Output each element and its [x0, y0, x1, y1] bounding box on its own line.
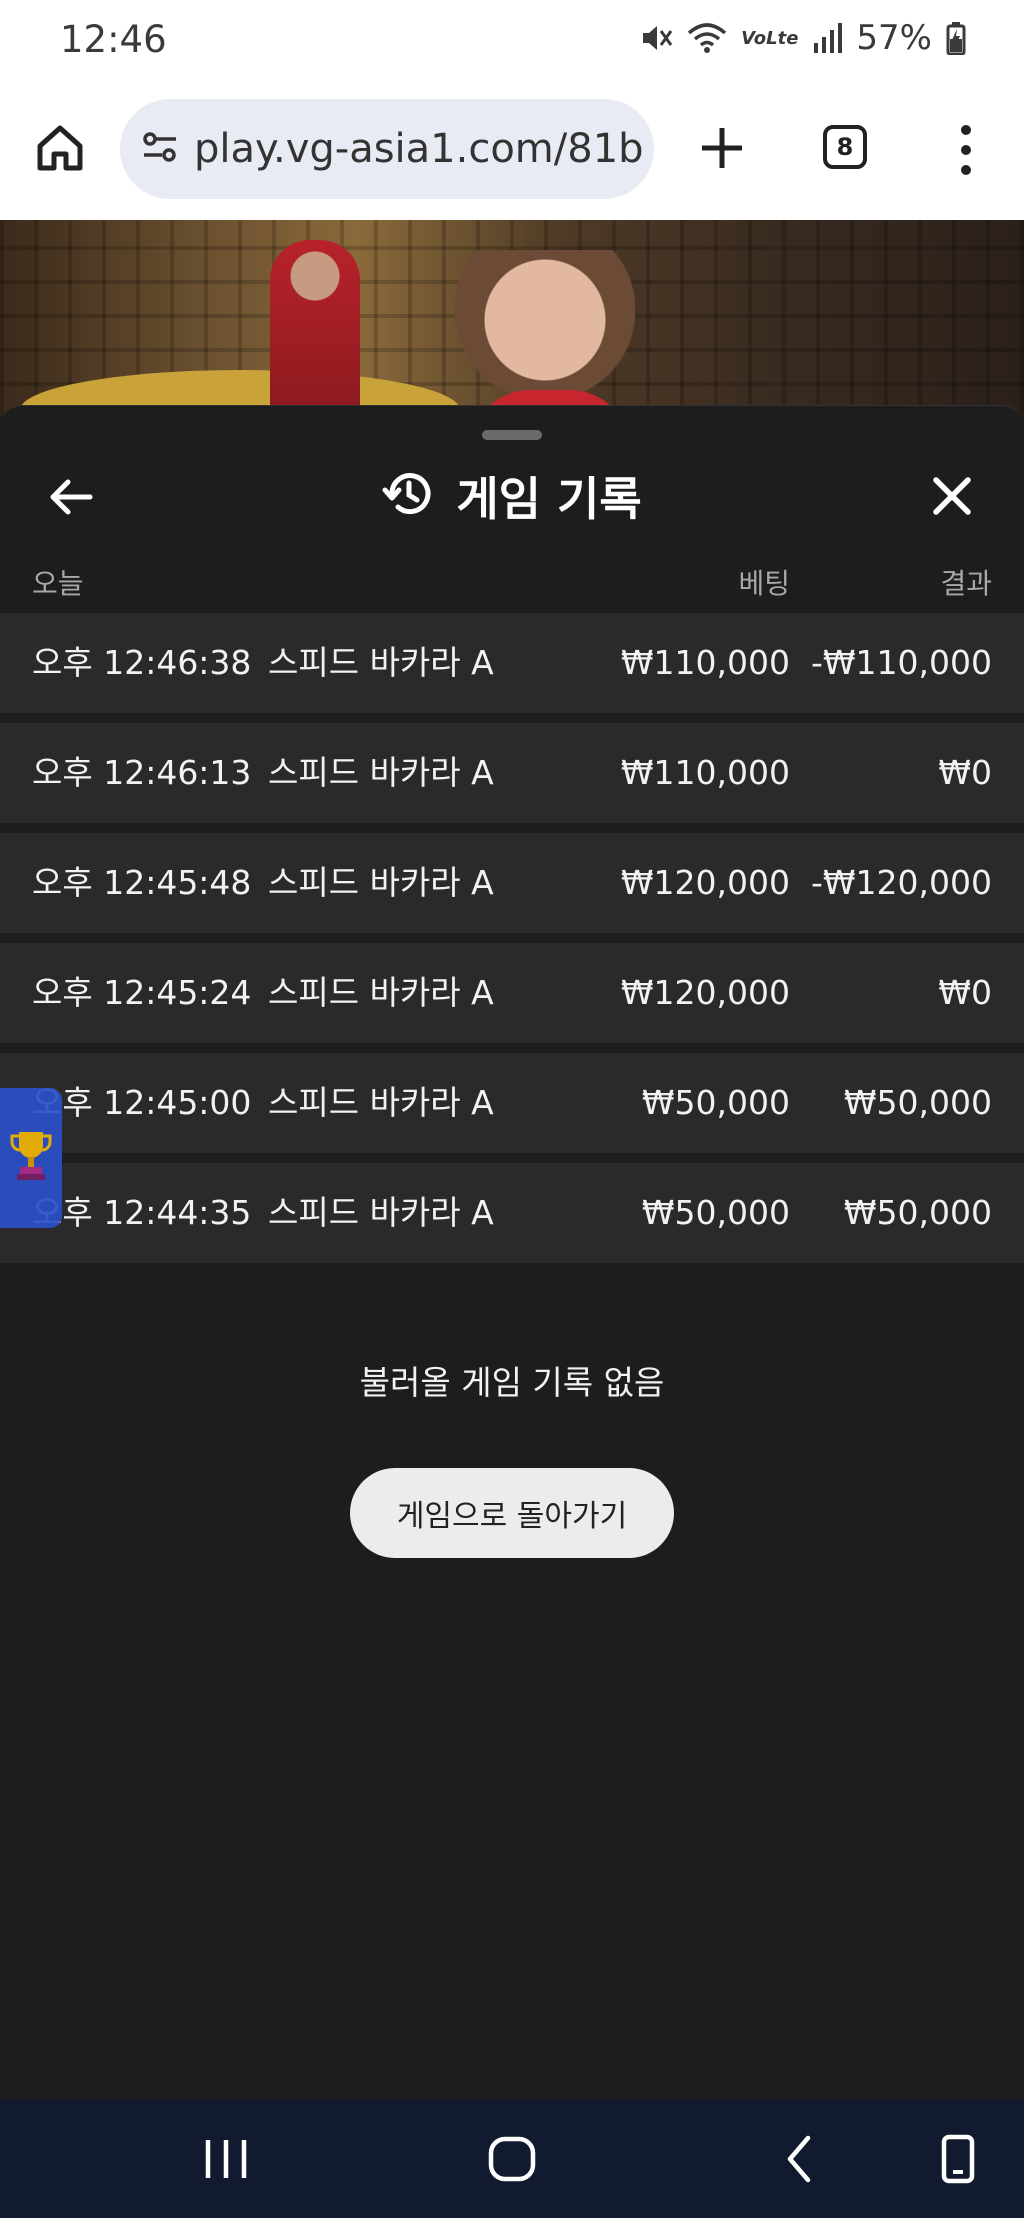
volte-icon: VoLte	[741, 27, 799, 49]
battery-percent: 57%	[856, 18, 932, 58]
history-row[interactable]: 오후 12:46:13 스피드 바카라 A ₩110,000 ₩0	[0, 723, 1024, 823]
sheet-title: 게임 기록	[456, 472, 642, 526]
history-row[interactable]: 오후 12:45:48 스피드 바카라 A ₩120,000 -₩120,000	[0, 833, 1024, 933]
tune-icon[interactable]	[140, 127, 180, 171]
history-row[interactable]: 오후 12:46:38 스피드 바카라 A ₩110,000 -₩110,000	[0, 613, 1024, 713]
more-vert-icon[interactable]	[946, 120, 986, 180]
status-bar: 12:46 VoLte 57%	[0, 0, 1024, 82]
wifi-icon	[687, 21, 727, 55]
tab-switcher-button[interactable]: 8	[823, 125, 867, 169]
row-result: ₩50,000	[843, 1193, 992, 1232]
trophy-icon	[9, 1128, 53, 1188]
row-game: 스피드 바카라 A	[268, 1083, 494, 1122]
history-list: 오후 12:46:38 스피드 바카라 A ₩110,000 -₩110,000…	[0, 613, 1024, 1273]
video-dealer-background	[270, 240, 360, 420]
row-time: 오후 12:45:24	[32, 973, 252, 1012]
sheet-title-group: 게임 기록	[0, 456, 1024, 536]
row-result: ₩0	[938, 973, 992, 1012]
row-time: 오후 12:46:38	[32, 643, 252, 682]
battery-icon	[946, 21, 966, 55]
row-bet: ₩110,000	[620, 753, 790, 792]
row-bet: ₩120,000	[620, 973, 790, 1012]
column-bet: 베팅	[738, 567, 790, 600]
status-icons: VoLte 57%	[639, 18, 966, 58]
signal-icon	[812, 21, 843, 55]
history-row[interactable]: 오후 12:45:00 스피드 바카라 A ₩50,000 ₩50,000	[0, 1053, 1024, 1153]
row-game: 스피드 바카라 A	[268, 863, 494, 902]
column-result: 결과	[940, 567, 992, 600]
row-time: 오후 12:45:48	[32, 863, 252, 902]
row-bet: ₩110,000	[620, 643, 790, 682]
home-icon[interactable]	[32, 120, 88, 176]
address-bar[interactable]: play.vg-asia1.com/81b	[120, 99, 654, 199]
nav-home-icon[interactable]	[484, 2134, 540, 2184]
drag-handle[interactable]	[482, 430, 542, 440]
row-game: 스피드 바카라 A	[268, 973, 494, 1012]
row-bet: ₩120,000	[620, 863, 790, 902]
row-game: 스피드 바카라 A	[268, 1193, 494, 1232]
close-icon[interactable]	[928, 472, 976, 520]
trophy-tab[interactable]	[0, 1088, 62, 1228]
nav-back-icon[interactable]	[772, 2134, 828, 2184]
column-date: 오늘	[32, 567, 84, 600]
row-time: 오후 12:46:13	[32, 753, 252, 792]
row-time: 오후 12:45:00	[32, 1083, 252, 1122]
row-result: -₩120,000	[810, 863, 992, 902]
recents-icon[interactable]	[198, 2134, 254, 2184]
row-bet: ₩50,000	[641, 1083, 790, 1122]
screen: 12:46 VoLte 57% play.vg-asia1.com/81b 8 …	[0, 0, 1024, 2218]
plus-icon[interactable]	[694, 120, 750, 176]
mute-icon	[639, 21, 673, 55]
row-game: 스피드 바카라 A	[268, 753, 494, 792]
row-time: 오후 12:44:35	[32, 1193, 252, 1232]
status-time: 12:46	[60, 18, 167, 61]
history-row[interactable]: 오후 12:44:35 스피드 바카라 A ₩50,000 ₩50,000	[0, 1163, 1024, 1263]
system-nav-bar	[0, 2100, 1024, 2218]
phone-icon[interactable]	[930, 2134, 986, 2184]
return-to-game-button[interactable]: 게임으로 돌아가기	[350, 1468, 674, 1558]
url-text: play.vg-asia1.com/81b	[194, 126, 644, 172]
column-headers: 오늘 베팅 결과	[0, 556, 1024, 606]
empty-message: 불러올 게임 기록 없음	[359, 1363, 665, 1402]
live-video	[0, 220, 1024, 420]
game-history-sheet: 게임 기록 오늘 베팅 결과 오후 12:46:38 스피드 바카라 A ₩11…	[0, 405, 1024, 2100]
row-result: -₩110,000	[810, 643, 992, 682]
sheet-header: 게임 기록	[0, 456, 1024, 536]
row-result: ₩50,000	[843, 1083, 992, 1122]
history-icon	[382, 468, 434, 524]
row-bet: ₩50,000	[641, 1193, 790, 1232]
browser-toolbar: play.vg-asia1.com/81b 8	[0, 82, 1024, 220]
history-row[interactable]: 오후 12:45:24 스피드 바카라 A ₩120,000 ₩0	[0, 943, 1024, 1043]
row-result: ₩0	[938, 753, 992, 792]
row-game: 스피드 바카라 A	[268, 643, 494, 682]
